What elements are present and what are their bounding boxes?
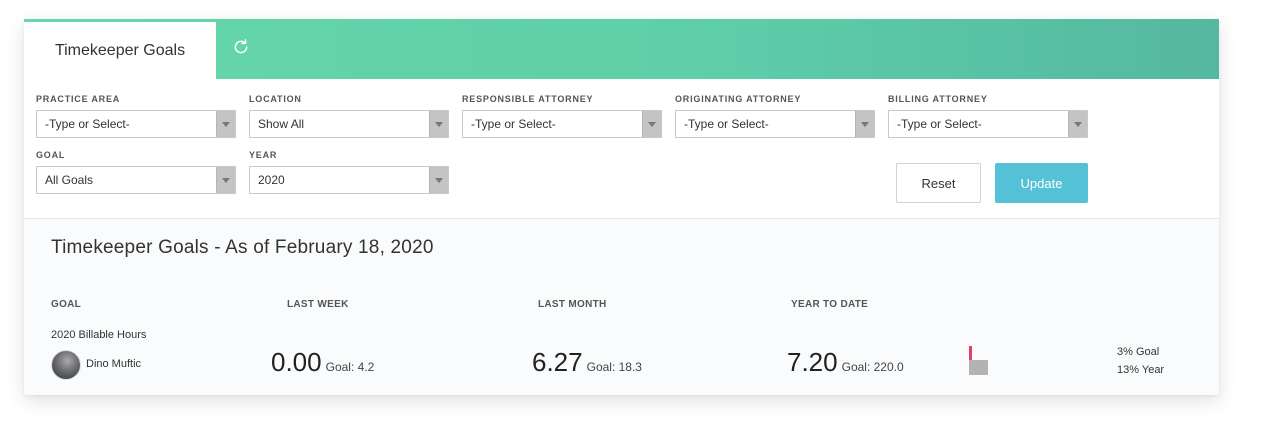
chevron-down-icon[interactable] (429, 111, 448, 137)
year-label: YEAR (249, 150, 278, 160)
goal-label: GOAL (36, 150, 66, 160)
column-header-year-to-date: YEAR TO DATE (791, 299, 869, 310)
billing-attorney-filter: BILLING ATTORNEY -Type or Select- (888, 93, 1088, 138)
year-to-date-goal: Goal: 220.0 (841, 360, 904, 374)
location-select[interactable]: Show All (249, 110, 449, 138)
reset-button[interactable]: Reset (896, 163, 981, 203)
location-value: Show All (258, 117, 305, 131)
tab-timekeeper-goals[interactable]: Timekeeper Goals (24, 22, 216, 79)
practice-area-label: PRACTICE AREA (36, 94, 121, 104)
chevron-down-icon[interactable] (216, 111, 235, 137)
chevron-down-icon[interactable] (855, 111, 874, 137)
tab-bar: Timekeeper Goals (24, 19, 1219, 79)
originating-attorney-select[interactable]: -Type or Select- (675, 110, 875, 138)
timekeeper-name[interactable]: Dino Muftic (86, 358, 141, 370)
percent-goal: 3% Goal (1117, 346, 1160, 358)
chevron-down-icon[interactable] (642, 111, 661, 137)
goals-card: Timekeeper Goals PRACTICE AREA -Type or … (24, 19, 1219, 395)
refresh-icon[interactable] (230, 36, 252, 58)
practice-area-filter: PRACTICE AREA -Type or Select- (36, 93, 236, 138)
last-week-value: 0.00 (271, 347, 322, 377)
goal-filter: GOAL All Goals (36, 149, 236, 194)
report-title: Timekeeper Goals - As of February 18, 20… (51, 237, 434, 258)
responsible-attorney-value: -Type or Select- (471, 117, 556, 131)
year-to-date-value: 7.20 (787, 347, 838, 377)
progress-gauge-marker (969, 346, 972, 360)
year-to-date-metric: 7.20 Goal: 220.0 (787, 347, 904, 378)
billing-attorney-value: -Type or Select- (897, 117, 982, 131)
location-label: LOCATION (249, 94, 302, 104)
avatar (51, 350, 81, 380)
column-header-last-month: LAST MONTH (538, 299, 607, 310)
location-filter: LOCATION Show All (249, 93, 449, 138)
column-header-goal: GOAL (51, 299, 82, 310)
chevron-down-icon[interactable] (1068, 111, 1087, 137)
responsible-attorney-filter: RESPONSIBLE ATTORNEY -Type or Select- (462, 93, 662, 138)
originating-attorney-label: ORIGINATING ATTORNEY (675, 94, 802, 104)
report-panel: Timekeeper Goals - As of February 18, 20… (24, 219, 1219, 395)
last-month-value: 6.27 (532, 347, 583, 377)
practice-area-select[interactable]: -Type or Select- (36, 110, 236, 138)
billing-attorney-label: BILLING ATTORNEY (888, 94, 988, 104)
last-week-goal: Goal: 4.2 (325, 360, 375, 374)
responsible-attorney-select[interactable]: -Type or Select- (462, 110, 662, 138)
last-month-goal: Goal: 18.3 (586, 360, 642, 374)
goal-name: 2020 Billable Hours (51, 329, 147, 341)
practice-area-value: -Type or Select- (45, 117, 130, 131)
billing-attorney-select[interactable]: -Type or Select- (888, 110, 1088, 138)
originating-attorney-filter: ORIGINATING ATTORNEY -Type or Select- (675, 93, 875, 138)
goal-select[interactable]: All Goals (36, 166, 236, 194)
tab-label: Timekeeper Goals (54, 41, 186, 59)
year-value: 2020 (258, 173, 285, 187)
year-select[interactable]: 2020 (249, 166, 449, 194)
responsible-attorney-label: RESPONSIBLE ATTORNEY (462, 94, 594, 104)
chevron-down-icon[interactable] (216, 167, 235, 193)
originating-attorney-value: -Type or Select- (684, 117, 769, 131)
last-month-metric: 6.27 Goal: 18.3 (532, 347, 642, 378)
progress-gauge (969, 360, 988, 375)
last-week-metric: 0.00 Goal: 4.2 (271, 347, 374, 378)
year-filter: YEAR 2020 (249, 149, 449, 194)
percent-year: 13% Year (1117, 364, 1165, 376)
update-button[interactable]: Update (995, 163, 1088, 203)
goal-value: All Goals (45, 173, 94, 187)
chevron-down-icon[interactable] (429, 167, 448, 193)
column-header-last-week: LAST WEEK (287, 299, 349, 310)
